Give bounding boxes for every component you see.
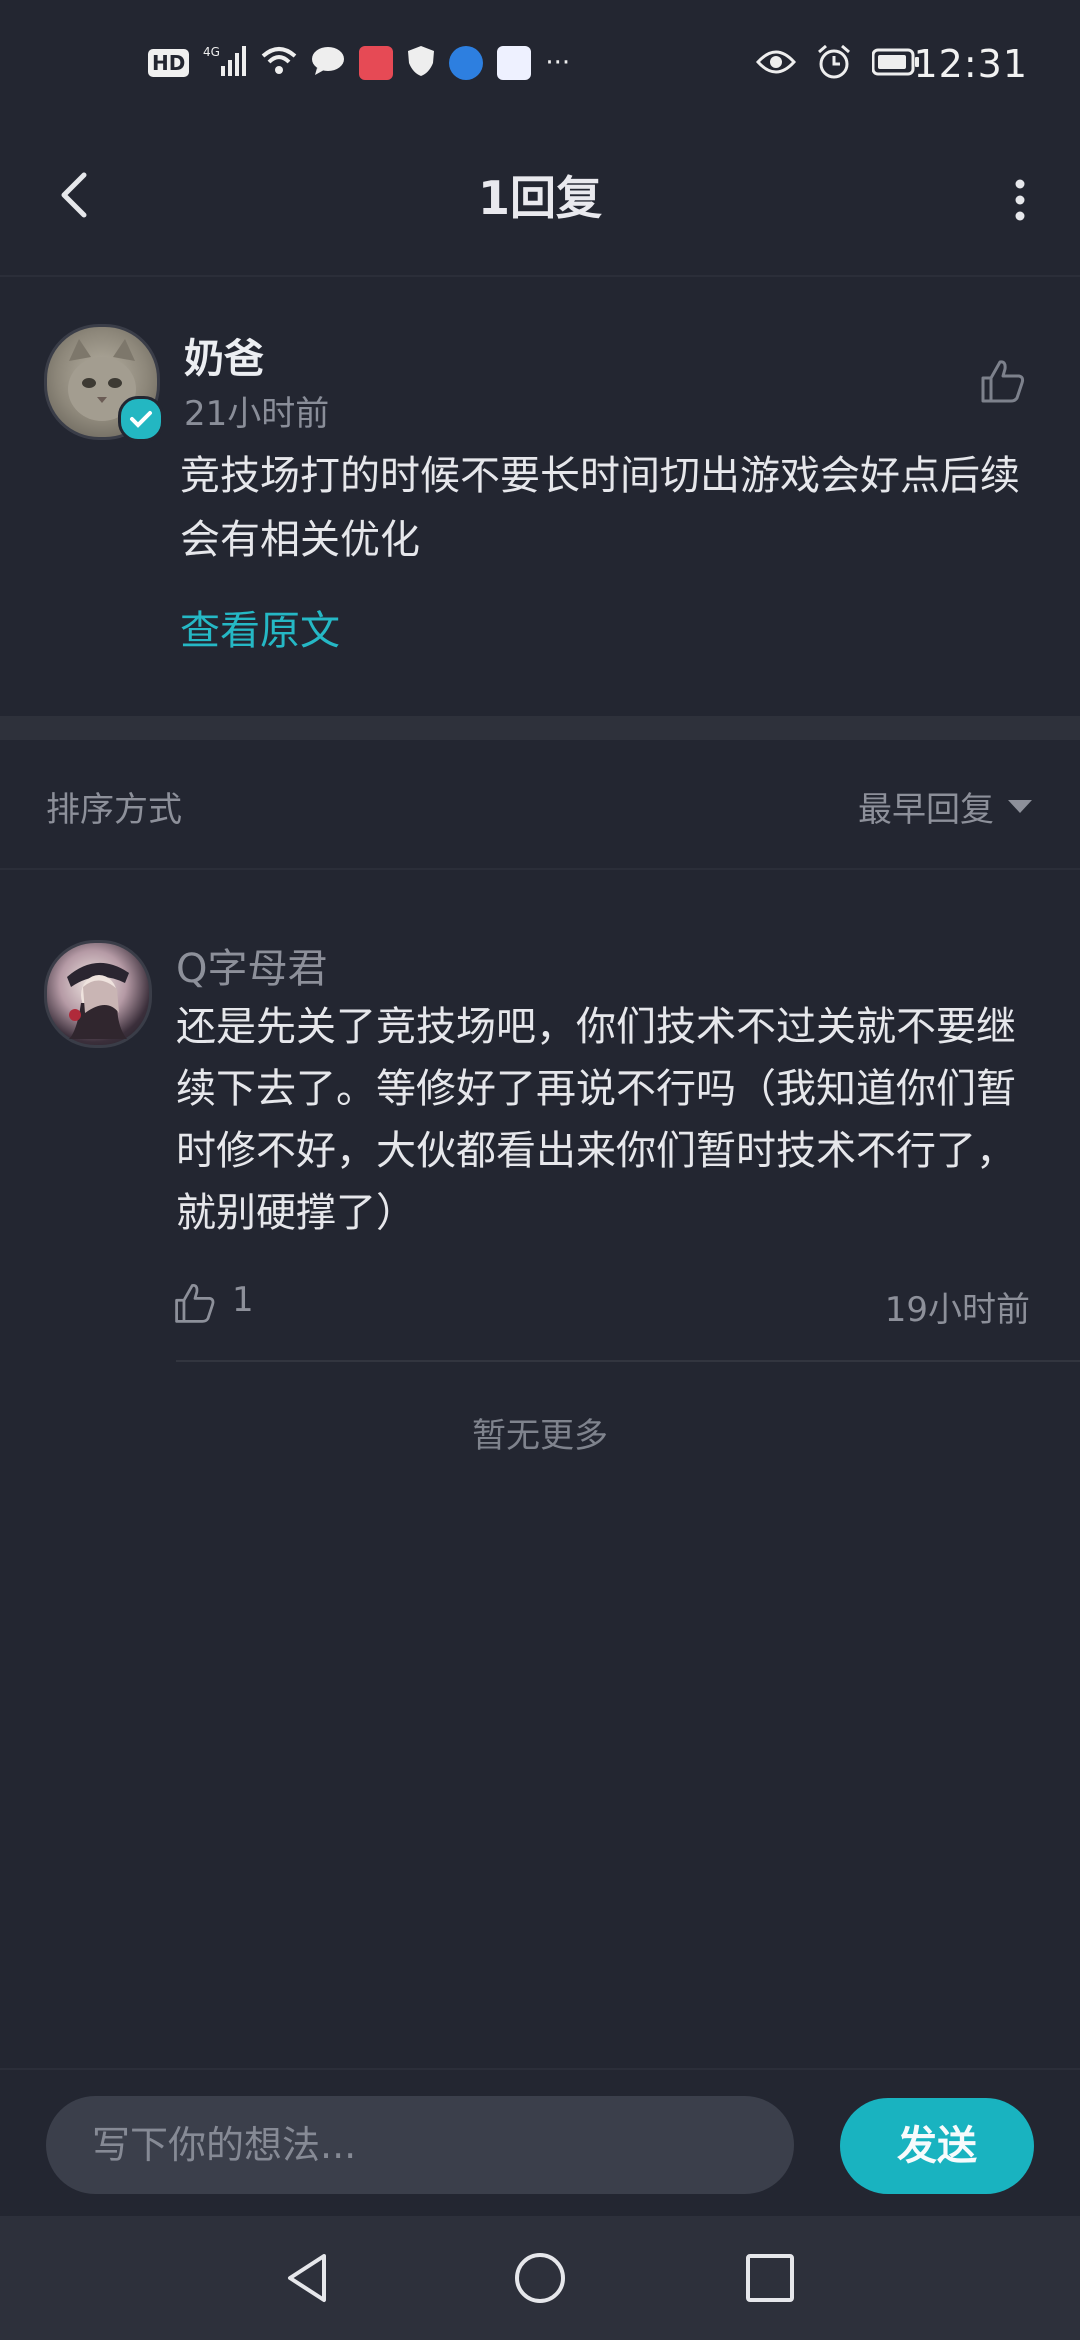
- signal-icon: 4G: [203, 44, 247, 82]
- anime-avatar-image: [67, 962, 129, 1039]
- reply-author[interactable]: Q字母君: [176, 936, 327, 994]
- reply-divider: [176, 1360, 1080, 1362]
- comment-time: 21小时前: [184, 394, 330, 434]
- sort-label: 排序方式: [46, 790, 182, 830]
- system-nav-bar: [0, 2216, 1080, 2340]
- hd-icon: HD: [148, 49, 190, 77]
- view-original-link[interactable]: 查看原文: [180, 598, 340, 656]
- more-vertical-icon: [1015, 179, 1025, 221]
- comment-input[interactable]: 写下你的想法...: [46, 2096, 794, 2194]
- header-bar: 1回复: [0, 130, 1080, 277]
- shield-icon: [407, 45, 435, 81]
- like-button[interactable]: [978, 356, 1028, 406]
- reply-time: 19小时前: [884, 1290, 1030, 1330]
- caret-down-icon: [1008, 800, 1032, 813]
- status-icons-left: HD 4G ···: [148, 44, 570, 82]
- nav-home-button[interactable]: [508, 2246, 572, 2310]
- square-recents-icon: [746, 2254, 794, 2302]
- section-divider: [0, 716, 1080, 740]
- sort-bar: 排序方式 最早回复: [0, 740, 1080, 870]
- reply-text: 还是先关了竞技场吧，你们技术不过关就不要继续下去了。等修好了再说不行吗（我知道你…: [176, 1004, 1016, 1236]
- hash-icon: [497, 46, 532, 80]
- nav-back-button[interactable]: [276, 2246, 340, 2310]
- status-bar: HD 4G ··· 12:31: [0, 0, 1080, 130]
- sort-value: 最早回复: [858, 790, 994, 830]
- nav-recents-button[interactable]: [738, 2246, 802, 2310]
- more-menu-button[interactable]: [1000, 170, 1040, 230]
- status-time: 12:31: [913, 42, 1028, 86]
- sort-dropdown[interactable]: 最早回复: [858, 782, 1032, 831]
- triangle-back-icon: [288, 2254, 326, 2302]
- thumbs-up-icon: [981, 360, 1025, 403]
- browser-icon: [449, 46, 484, 80]
- message-icon: [311, 46, 345, 80]
- network-label: 4G: [203, 45, 220, 59]
- reply-item: Q字母君 还是先关了竞技场吧，你们技术不过关就不要继续下去了。等修好了再说不行吗…: [0, 870, 1080, 1365]
- composer-bar: 写下你的想法... 发送: [0, 2068, 1080, 2218]
- status-icons-right: [755, 44, 920, 84]
- reply-like-button[interactable]: [172, 1280, 218, 1326]
- reply-like-count: 1: [232, 1280, 254, 1320]
- verified-badge-icon: [118, 396, 164, 442]
- page-title: 1回复: [477, 171, 602, 225]
- send-button[interactable]: 发送: [840, 2098, 1034, 2194]
- alarm-icon: [816, 44, 852, 84]
- original-comment: 奶爸 21小时前 竞技场打的时候不要长时间切出游戏会好点后续会有相关优化 查看原…: [0, 276, 1080, 716]
- eye-icon: [755, 48, 797, 80]
- more-dots-icon: ···: [545, 48, 571, 78]
- circle-home-icon: [515, 2253, 565, 2303]
- no-more-label: 暂无更多: [472, 1416, 608, 1456]
- thumbs-up-icon: [175, 1284, 215, 1323]
- wifi-icon: [261, 46, 297, 80]
- comment-text: 竞技场打的时候不要长时间切出游戏会好点后续会有相关优化: [180, 453, 1020, 563]
- avatar[interactable]: [44, 940, 152, 1048]
- book-icon: [359, 46, 394, 80]
- comment-author[interactable]: 奶爸: [184, 326, 264, 384]
